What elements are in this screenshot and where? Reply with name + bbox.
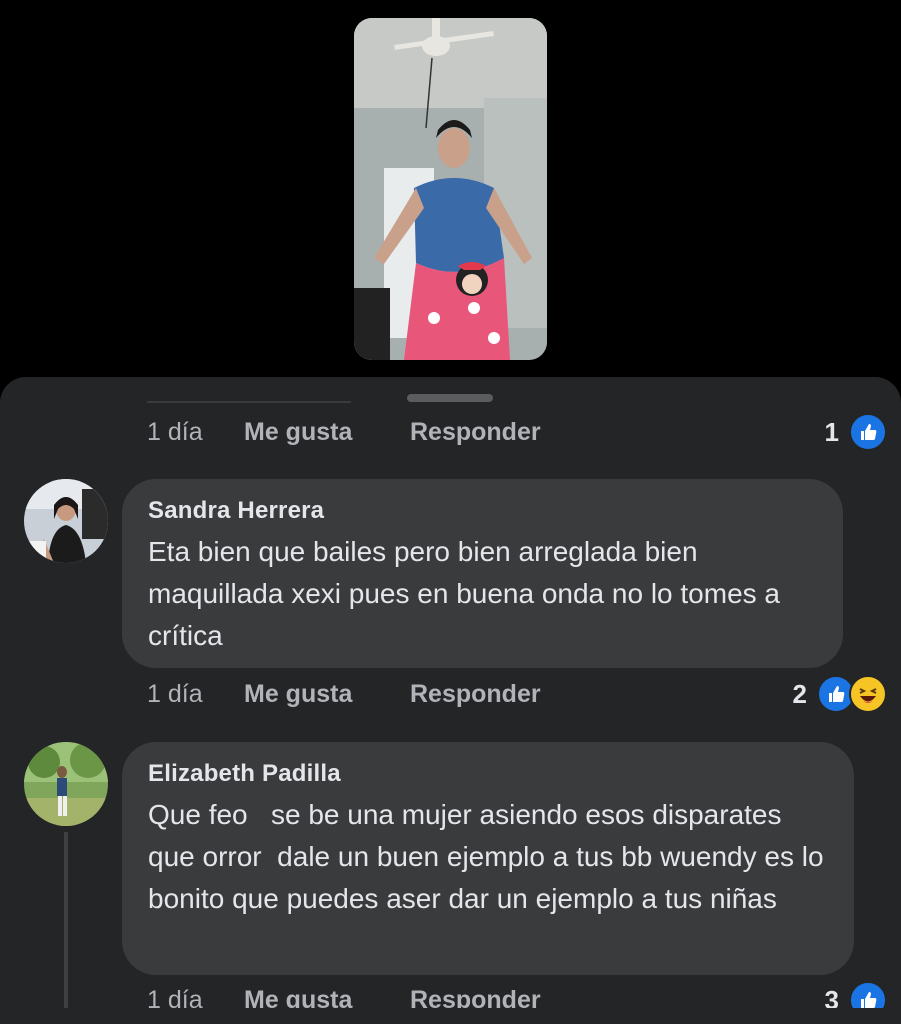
reaction-count: 1: [824, 416, 839, 447]
reply-comment-button[interactable]: Responder: [410, 680, 541, 709]
comment-author[interactable]: Elizabeth Padilla: [148, 760, 828, 788]
haha-icon: [849, 675, 887, 713]
avatar[interactable]: [24, 479, 108, 563]
video-thumbnail[interactable]: [354, 18, 547, 360]
comment-bubble: Sandra Herrera Eta bien que bailes pero …: [122, 479, 843, 668]
comment-actions-row: 1 día Me gusta Responder 2: [147, 675, 887, 713]
reaction-summary[interactable]: 2: [792, 675, 887, 713]
like-icon: [849, 413, 887, 451]
comment-text: Eta bien que bailes pero bien arreglada …: [148, 536, 788, 651]
comment-timestamp: 1 día: [147, 417, 203, 446]
comment-bubble: Elizabeth Padilla Que feo se be una muje…: [122, 742, 854, 975]
bottom-edge: [0, 1008, 901, 1024]
screen: 1 día Me gusta Responder 1 Sandra Herrer…: [0, 0, 901, 1024]
comment-text: Que feo se be una mujer asiendo esos dis…: [148, 799, 832, 914]
previous-comment-divider: [147, 401, 351, 403]
reaction-count: 2: [792, 678, 807, 709]
comment-author[interactable]: Sandra Herrera: [148, 497, 817, 525]
reply-thread-line: [64, 832, 68, 1012]
sheet-drag-handle[interactable]: [407, 394, 493, 402]
reaction-summary[interactable]: 1: [824, 413, 887, 451]
video-frame-illustration: [354, 18, 547, 360]
comment-actions-row-previous: 1 día Me gusta Responder 1: [147, 413, 887, 451]
comment-timestamp: 1 día: [147, 679, 203, 708]
avatar[interactable]: [24, 742, 108, 826]
reply-comment-button[interactable]: Responder: [410, 418, 541, 447]
like-comment-button[interactable]: Me gusta: [244, 418, 410, 447]
like-comment-button[interactable]: Me gusta: [244, 680, 410, 709]
